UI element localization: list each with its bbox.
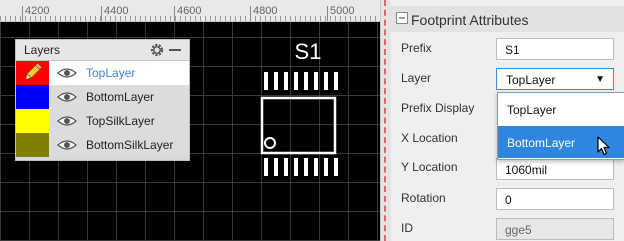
footprint-pads-top xyxy=(264,72,338,90)
prefix-display-label: Prefix Display xyxy=(401,101,475,115)
layer-row-topsilklayer[interactable]: TopSilkLayer xyxy=(16,109,189,133)
eye-icon[interactable] xyxy=(57,91,77,103)
layer-option-toplayer[interactable]: TopLayer xyxy=(498,93,624,125)
prefix-input[interactable]: S1 xyxy=(496,38,614,60)
ruler-tick: 4400 xyxy=(101,6,128,21)
layer-row-bottomsilklayer[interactable]: BottomSilkLayer xyxy=(16,133,189,157)
pcb-canvas[interactable]: 4200 4400 4600 4800 5000 Layers TopLayer… xyxy=(0,0,380,241)
layer-row-toplayer[interactable]: TopLayer xyxy=(16,61,189,85)
pin-one-marker xyxy=(264,137,276,149)
footprint-graphic[interactable]: S1 xyxy=(255,35,355,185)
gear-icon[interactable] xyxy=(149,42,165,58)
layers-panel-title: Layers xyxy=(24,43,61,57)
layer-color-swatch[interactable] xyxy=(16,109,49,133)
ruler-tick: 4200 xyxy=(22,6,49,21)
prefix-label: Prefix xyxy=(401,41,432,55)
pencil-icon xyxy=(25,62,43,80)
ruler-tick: 4800 xyxy=(250,6,277,21)
ruler-tick: 4600 xyxy=(174,6,201,21)
layers-panel-header: Layers xyxy=(16,40,189,61)
layer-name: TopSilkLayer xyxy=(86,114,155,128)
attributes-panel-title: Footprint Attributes xyxy=(411,12,529,28)
layer-color-swatch[interactable] xyxy=(16,133,49,157)
caret-down-icon: ▼ xyxy=(595,74,605,85)
splitter-guide-line xyxy=(384,0,386,241)
id-input: gge5 xyxy=(496,218,614,240)
y-location-label: Y Location xyxy=(401,160,458,174)
layer-select[interactable]: TopLayer ▼ xyxy=(496,68,614,90)
ruler-tick: 5000 xyxy=(327,6,354,21)
layer-name: BottomSilkLayer xyxy=(86,138,174,152)
attributes-panel-header[interactable]: Footprint Attributes xyxy=(391,6,624,32)
collapse-toggle-icon[interactable] xyxy=(396,12,408,24)
footprint-prefix-text: S1 xyxy=(295,39,322,64)
layer-select-value: TopLayer xyxy=(506,73,556,87)
y-location-input[interactable]: 1060mil xyxy=(496,158,614,180)
footprint-body-outline xyxy=(260,96,337,155)
layer-row-bottomlayer[interactable]: BottomLayer xyxy=(16,85,189,109)
rotation-input[interactable]: 0 xyxy=(496,188,614,210)
eye-icon[interactable] xyxy=(57,115,77,127)
mouse-cursor-icon xyxy=(597,136,610,156)
layer-name: TopLayer xyxy=(86,66,136,80)
x-location-label: X Location xyxy=(401,131,458,145)
footprint-pads-bottom xyxy=(264,158,338,176)
layer-label: Layer xyxy=(401,71,432,85)
horizontal-ruler: 4200 4400 4600 4800 5000 xyxy=(0,0,380,22)
eye-icon[interactable] xyxy=(57,139,77,151)
layer-color-swatch[interactable] xyxy=(16,61,49,85)
id-label: ID xyxy=(401,221,413,235)
eye-icon[interactable] xyxy=(57,67,77,79)
rotation-label: Rotation xyxy=(401,191,446,205)
layer-color-swatch[interactable] xyxy=(16,85,49,109)
layer-name: BottomLayer xyxy=(86,90,155,104)
layers-panel: Layers TopLayer BottomLayer TopSilkLayer… xyxy=(15,39,190,161)
minimize-icon[interactable] xyxy=(169,49,181,51)
